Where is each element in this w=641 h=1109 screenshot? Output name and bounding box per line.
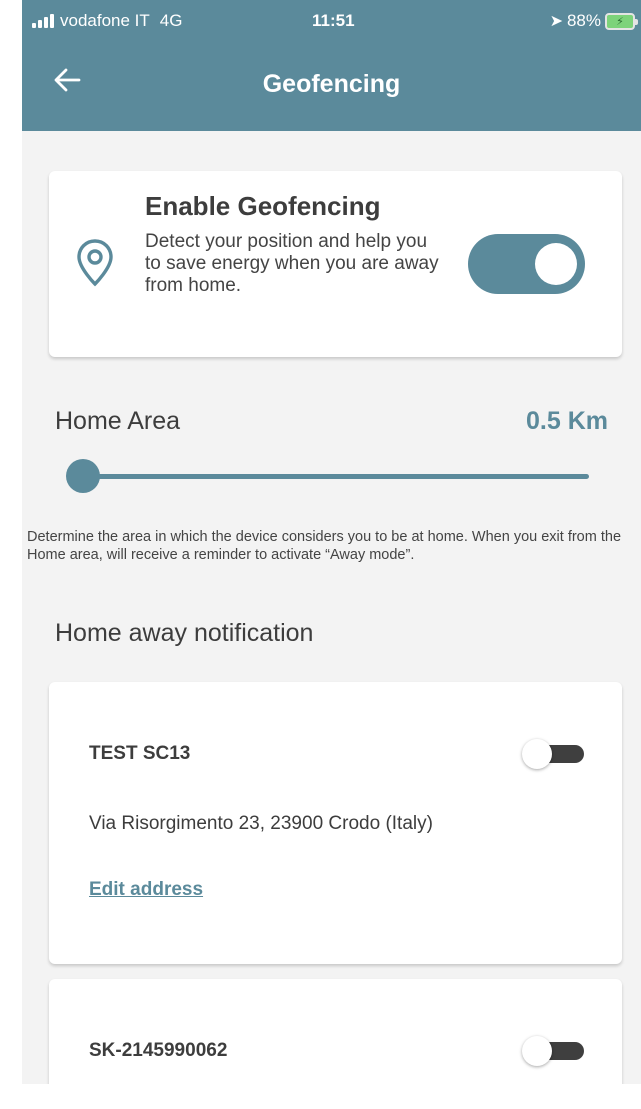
- home-area-hint: Determine the area in which the device c…: [27, 529, 622, 563]
- enable-geofencing-description: Detect your position and help you to sav…: [145, 231, 439, 296]
- location-pin-icon: [77, 239, 113, 287]
- toggle-knob: [535, 243, 577, 285]
- home-area-label: Home Area: [55, 407, 181, 435]
- status-right: ➤ 88% ⚡: [549, 11, 638, 31]
- slider-track: [80, 474, 589, 479]
- toggle-knob: [522, 739, 552, 769]
- device-address: Via Risorgimento 23, 23900 Crodo (Italy): [89, 813, 433, 834]
- toggle-knob: [522, 1036, 552, 1066]
- slider-thumb[interactable]: [66, 459, 100, 493]
- device-card: TEST SC13 Via Risorgimento 23, 23900 Cro…: [49, 682, 622, 964]
- battery-icon: ⚡: [605, 12, 638, 30]
- network-type: 4G: [159, 11, 183, 30]
- app-header: vodafone IT 4G 11:51 ➤ 88% ⚡ Geofencing: [22, 0, 641, 131]
- enable-geofencing-card: Enable Geofencing Detect your position a…: [49, 171, 622, 357]
- home-area-value: 0.5 Km: [526, 407, 608, 435]
- app-screen: vodafone IT 4G 11:51 ➤ 88% ⚡ Geofencing …: [22, 0, 641, 1084]
- status-time: 11:51: [312, 11, 355, 30]
- home-area-slider[interactable]: [66, 459, 589, 493]
- device-name: TEST SC13: [89, 743, 191, 764]
- edit-address-link[interactable]: Edit address: [89, 879, 203, 901]
- status-bar: vodafone IT 4G 11:51 ➤ 88% ⚡: [22, 0, 641, 44]
- page-title: Geofencing: [262, 70, 401, 98]
- enable-geofencing-title: Enable Geofencing: [145, 191, 381, 221]
- device-notification-toggle[interactable]: [522, 739, 584, 769]
- status-left: vodafone IT 4G: [32, 11, 182, 31]
- battery-percent: 88%: [566, 11, 601, 30]
- carrier-name: vodafone IT: [60, 11, 150, 30]
- home-away-notification-title: Home away notification: [55, 619, 314, 647]
- device-name: SK-2145990062: [89, 1040, 228, 1061]
- location-arrow-icon: ➤: [549, 13, 563, 30]
- device-notification-toggle[interactable]: [522, 1036, 584, 1066]
- device-card: SK-2145990062: [49, 979, 622, 1084]
- signal-icon: [32, 14, 54, 28]
- enable-geofencing-toggle[interactable]: [468, 234, 585, 294]
